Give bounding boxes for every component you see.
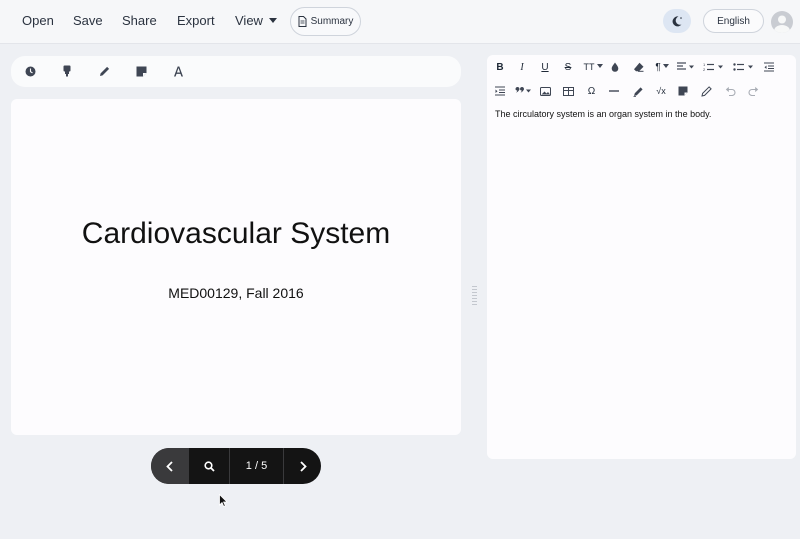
notes-editor: B I U S TT ¶ 12 Ω √x The circulatory sys… [487, 55, 796, 459]
paragraph-label: ¶ [655, 61, 661, 73]
slide-canvas[interactable]: Cardiovascular System MED00129, Fall 201… [11, 99, 461, 435]
slide-counter: 1 / 5 [230, 448, 284, 484]
underline-button[interactable]: U [540, 60, 550, 74]
avatar[interactable] [771, 11, 793, 33]
paragraph-button[interactable]: ¶ [653, 60, 671, 74]
strikethrough-button[interactable]: S [563, 60, 573, 74]
search-slides-button[interactable] [189, 448, 230, 484]
language-button[interactable]: English [703, 9, 764, 33]
text-size-button[interactable]: TT [583, 60, 603, 74]
outdent-icon[interactable] [764, 60, 774, 74]
bold-button[interactable]: B [495, 60, 505, 74]
indent-icon[interactable] [495, 84, 505, 98]
share-menu[interactable]: Share [122, 13, 157, 29]
slide-pager: 1 / 5 [151, 448, 321, 484]
chevron-down-icon [268, 18, 277, 24]
svg-text:2: 2 [703, 67, 706, 72]
horizontal-rule-icon[interactable] [609, 84, 619, 98]
chevron-down-icon [596, 64, 603, 68]
sticky-note-icon[interactable] [134, 64, 148, 78]
special-character-button[interactable]: Ω [586, 84, 597, 98]
text-icon[interactable] [171, 64, 185, 78]
drawing-toolbar [11, 56, 461, 87]
italic-button[interactable]: I [517, 60, 527, 74]
mouse-cursor-icon [219, 494, 228, 507]
redo-icon[interactable] [748, 84, 759, 98]
color-drop-icon[interactable] [610, 60, 620, 74]
image-icon[interactable] [540, 84, 551, 98]
note-icon[interactable] [678, 84, 688, 98]
ordered-list-button[interactable]: 12 [703, 60, 725, 74]
undo-icon[interactable] [725, 84, 736, 98]
summary-label: Summary [310, 16, 354, 27]
moon-icon [671, 15, 683, 27]
resize-handle[interactable] [472, 286, 477, 308]
eraser-icon[interactable] [633, 60, 644, 74]
previous-slide-button[interactable] [151, 448, 189, 484]
document-icon [298, 16, 307, 27]
slide-title: Cardiovascular System [81, 217, 391, 250]
view-menu-label: View [235, 13, 263, 28]
chevron-down-icon [662, 64, 669, 68]
editor-content[interactable]: The circulatory system is an organ syste… [495, 109, 711, 119]
open-menu[interactable]: Open [22, 13, 54, 29]
unordered-list-button[interactable] [733, 60, 755, 74]
next-slide-button[interactable] [284, 448, 321, 484]
text-size-label: TT [583, 62, 595, 72]
search-icon [203, 460, 215, 472]
formula-button[interactable]: √x [654, 84, 668, 98]
theme-toggle-button[interactable] [663, 9, 691, 33]
pen-icon[interactable] [701, 84, 712, 98]
quote-button[interactable] [515, 84, 533, 98]
pencil-icon[interactable] [97, 64, 111, 78]
highlighter-icon[interactable] [60, 64, 74, 78]
align-button[interactable] [677, 60, 695, 74]
summary-button[interactable]: Summary [290, 7, 361, 36]
top-bar: Open Save Share Export View Summary Engl… [0, 0, 800, 44]
marker-icon[interactable] [633, 84, 644, 98]
table-icon[interactable] [563, 84, 574, 98]
export-menu[interactable]: Export [177, 13, 215, 29]
chevron-right-icon [299, 460, 307, 472]
view-menu[interactable]: View [235, 13, 277, 29]
slide-subtitle: MED00129, Fall 2016 [168, 285, 304, 301]
save-menu[interactable]: Save [73, 13, 103, 29]
chevron-left-icon [166, 460, 174, 472]
clock-icon[interactable] [23, 64, 37, 78]
